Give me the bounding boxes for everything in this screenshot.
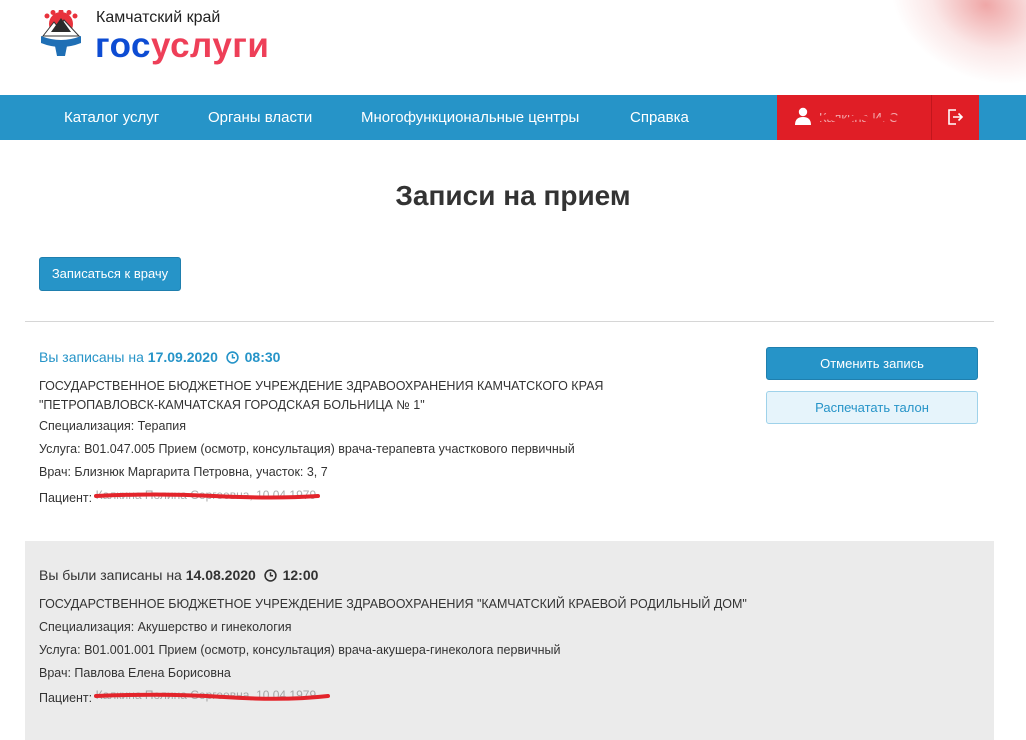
appointment-time: 08:30	[244, 349, 281, 365]
main-nav: Каталог услуг Органы власти Многофункцио…	[0, 95, 1026, 140]
user-menu-button[interactable]: Калкина И. С.	[777, 95, 931, 140]
patient: Пациент: Калкина Полина Сергеевна, 10.04…	[39, 688, 330, 705]
kamchatka-emblem-icon[interactable]	[37, 10, 85, 60]
appointment-date: 17.09.2020	[147, 349, 218, 365]
appointment-card-past: Вы были записаны на 14.08.2020 12:00 ГОС…	[25, 541, 994, 740]
appointment-datetime: Вы были записаны на 14.08.2020 12:00	[39, 567, 318, 583]
service: Услуга: B01.001.001 Прием (осмотр, консу…	[39, 643, 561, 657]
appointment-card-active: Вы записаны на 17.09.2020 08:30 ГОСУДАРС…	[25, 322, 994, 540]
redaction-scribble	[817, 114, 913, 123]
organization-name: ГОСУДАРСТВЕННОЕ БЮДЖЕТНОЕ УЧРЕЖДЕНИЕ ЗДР…	[39, 597, 747, 611]
redaction-scribble	[93, 492, 320, 500]
gosuslugi-logo[interactable]: госуслуги	[95, 26, 269, 66]
nav-item-mfc[interactable]: Многофункциональные центры	[361, 95, 579, 140]
user-icon	[795, 107, 811, 125]
cancel-appointment-button[interactable]: Отменить запись	[766, 347, 978, 380]
doctor: Врач: Близнюк Маргарита Петровна, участо…	[39, 465, 328, 479]
site-header: Камчатский край госуслуги	[0, 0, 1026, 95]
logout-icon	[948, 109, 964, 125]
patient-label: Пациент:	[39, 691, 93, 705]
service: Услуга: B01.047.005 Прием (осмотр, консу…	[39, 442, 575, 456]
doctor: Врач: Павлова Елена Борисовна	[39, 666, 231, 680]
organization-name: ГОСУДАРСТВЕННОЕ БЮДЖЕТНОЕ УЧРЕЖДЕНИЕ ЗДР…	[39, 379, 604, 412]
nav-item-help[interactable]: Справка	[630, 95, 689, 140]
specialization: Специализация: Акушерство и гинекология	[39, 620, 292, 634]
print-ticket-button[interactable]: Распечатать талон	[766, 391, 978, 424]
redaction-scribble	[93, 692, 330, 701]
specialization: Специализация: Терапия	[39, 419, 186, 433]
corner-decoration	[863, 0, 1026, 95]
clock-icon	[264, 569, 277, 582]
book-appointment-button[interactable]: Записаться к врачу	[39, 257, 181, 291]
appointment-time: 12:00	[282, 567, 319, 583]
logout-button[interactable]	[931, 95, 979, 140]
logo-part-gos: гос	[95, 26, 151, 65]
clock-icon	[226, 351, 239, 364]
nav-item-authorities[interactable]: Органы власти	[208, 95, 312, 140]
patient: Пациент: Калкина Полина Сергеевна, 10.04…	[39, 488, 320, 505]
appointment-lead: Вы были записаны на	[39, 567, 182, 583]
appointment-lead: Вы записаны на	[39, 349, 144, 365]
patient-label: Пациент:	[39, 491, 93, 505]
logo-part-uslugi: услуги	[151, 26, 270, 65]
nav-item-catalog[interactable]: Каталог услуг	[64, 95, 159, 140]
patient-redacted: Калкина Полина Сергеевна, 10.04.1979	[93, 488, 320, 502]
page-title: Записи на прием	[395, 180, 631, 211]
patient-redacted: Калкина Полина Сергеевна, 10.04.1979	[93, 688, 330, 702]
appointment-datetime: Вы записаны на 17.09.2020 08:30	[39, 349, 280, 365]
appointment-date: 14.08.2020	[185, 567, 256, 583]
region-name: Камчатский край	[96, 9, 221, 26]
